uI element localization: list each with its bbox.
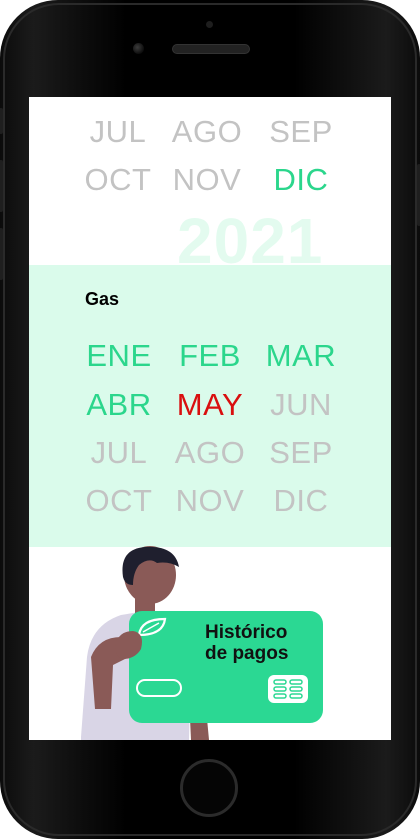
volume-up-button: [0, 160, 3, 212]
volume-down-button: [0, 228, 3, 280]
home-button[interactable]: [180, 759, 238, 817]
front-camera: [133, 43, 144, 54]
app-screen: JUL AGO SEP OCT NOV DIC 2021 Gas ENE FEB…: [29, 97, 391, 740]
phone-frame: JUL AGO SEP OCT NOV DIC 2021 Gas ENE FEB…: [0, 0, 420, 839]
card-title-line1: Histórico: [205, 622, 288, 643]
proximity-sensor: [206, 21, 213, 28]
card-title: Histórico de pagos: [205, 622, 315, 664]
mute-switch: [0, 108, 3, 134]
leaf-icon: [137, 617, 167, 637]
toggle-pill-icon: [136, 679, 182, 697]
card-title-line2: de pagos: [205, 643, 289, 664]
chip-icon: [268, 675, 308, 703]
earpiece-speaker: [172, 44, 250, 54]
